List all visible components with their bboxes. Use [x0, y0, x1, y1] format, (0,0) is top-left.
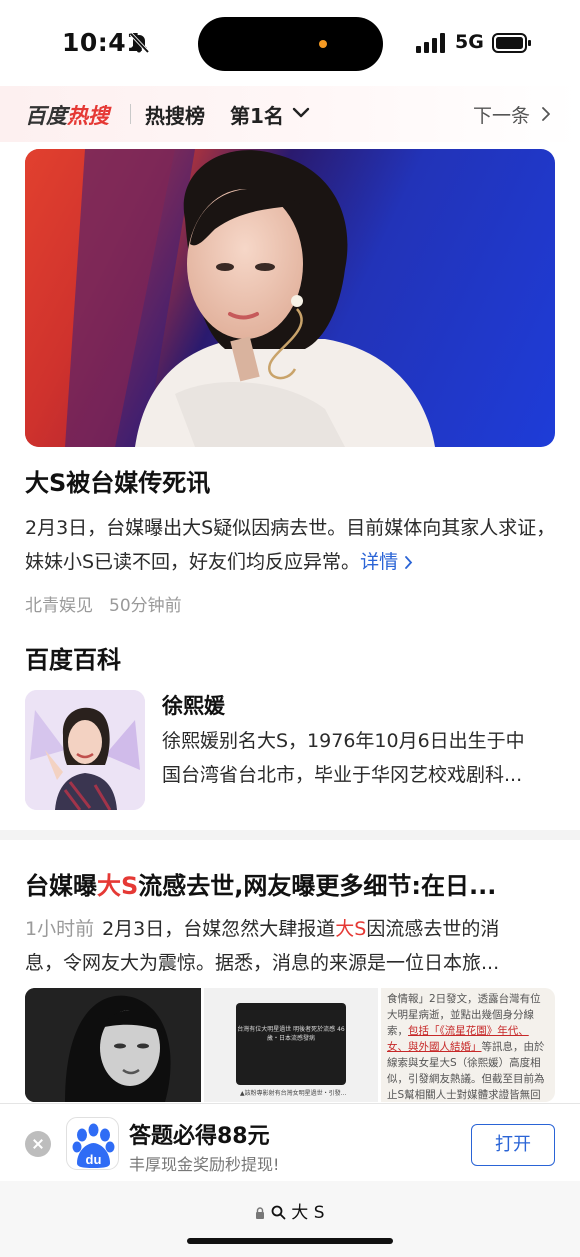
baike-desc-line2: 国台湾省台北市，毕业于华冈艺校戏剧科...	[162, 764, 523, 786]
thumb-text-line7: 止S幫相關人士對媒體求證皆無回	[387, 1089, 541, 1101]
baidu-paw-icon: du	[72, 1123, 115, 1168]
article-summary-post: 因流感去世的消	[366, 918, 500, 940]
chevron-right-icon[interactable]	[541, 107, 551, 121]
section-divider	[0, 830, 580, 840]
baike-avatar-image[interactable]	[25, 690, 145, 810]
ad-title: 答题必得88元	[129, 1124, 270, 1149]
article-title-highlight: 大S	[97, 872, 139, 900]
baidu-app-icon[interactable]: du	[66, 1117, 119, 1170]
lock-icon	[256, 1207, 265, 1219]
open-app-button[interactable]: 打开	[471, 1124, 555, 1166]
news-summary-text: 2月3日，台媒曝出大S疑似因病去世。目前媒体向其家人求证，妹妹小S已读不回，好友…	[25, 517, 556, 573]
news-hero-image[interactable]	[25, 149, 555, 447]
logo-part-baidu: 百度	[25, 104, 67, 128]
hot-search-header: 百度热搜 热搜榜 第1名 下一条	[0, 86, 580, 142]
rank-dropdown[interactable]: 第1名	[230, 100, 284, 129]
news-title[interactable]: 大S被台媒传死讯	[25, 463, 210, 498]
baike-entity-name[interactable]: 徐熙媛	[162, 690, 225, 720]
signal-bars-icon	[416, 33, 445, 53]
article-thumbnails[interactable]: 台灣有位大明星過世 明後者死於流感 46歲・日本流感發病 ▲該粉專影射有台灣女明…	[25, 988, 555, 1102]
browser-url-bar[interactable]: 大 S	[0, 1181, 580, 1257]
url-display[interactable]: 大 S	[0, 1198, 580, 1223]
article-summary-pre: 2月3日，台媒忽然大肆报道	[102, 918, 336, 940]
dynamic-island	[198, 17, 383, 71]
article-summary: 1小时前 2月3日，台媒忽然大肆报道大S因流感去世的消 息，令网友大为震惊。据悉，…	[25, 912, 557, 980]
next-item-link[interactable]: 下一条	[473, 101, 530, 128]
bw-portrait-illustration	[25, 988, 201, 1102]
thumb-text-line4-post: 等訊息，由於	[481, 1041, 545, 1053]
avatar-portrait-illustration	[25, 690, 145, 810]
ad-subtitle: 丰厚现金奖励秒提现!	[129, 1155, 280, 1174]
detail-link[interactable]: 详情	[360, 551, 413, 573]
search-icon	[271, 1205, 286, 1220]
header-divider	[130, 104, 131, 124]
news-time: 50分钟前	[109, 596, 182, 616]
baike-section-title: 百度百科	[25, 646, 121, 674]
chevron-down-icon[interactable]	[292, 106, 310, 120]
thumb-text-line2: 大明星病逝，並點出幾個身分線	[387, 1009, 534, 1021]
article-summary-highlight: 大S	[335, 918, 367, 940]
thumb-text-line3-pre: 索，	[387, 1025, 408, 1037]
bell-muted-icon	[129, 32, 150, 54]
thumb-text-line3: 索，包括「《流星花園》年代、	[387, 1023, 549, 1039]
article-summary-line1: 1小时前 2月3日，台媒忽然大肆报道大S因流感去世的消	[25, 912, 557, 946]
baike-desc-line1: 徐熙媛别名大S，1976年10月6日出生于中	[162, 730, 525, 752]
close-icon[interactable]	[25, 1131, 51, 1157]
article-title[interactable]: 台媒曝大S流感去世,网友曝更多细节:在日...	[25, 866, 557, 901]
thumb-text-line5: 線索與女星大S（徐熙媛）高度相	[387, 1057, 541, 1069]
home-indicator[interactable]	[187, 1238, 393, 1244]
thumb-text-line4-underlined: 女、與外國人結婚」	[387, 1041, 482, 1053]
baidu-hot-logo[interactable]: 百度热搜	[25, 100, 109, 130]
baike-description: 徐熙媛别名大S，1976年10月6日出生于中 国台湾省台北市，毕业于华冈艺校戏剧…	[162, 724, 557, 792]
camera-indicator-dot	[319, 40, 327, 48]
thumb-text-line1: 食情報」2日發文，透露台灣有位	[387, 993, 541, 1005]
hero-portrait-illustration	[25, 149, 435, 447]
news-source[interactable]: 北青娱见	[25, 596, 93, 616]
screenshot-caption: ▲該粉專影射有台灣女明星過世・引發...	[240, 1090, 347, 1097]
thumb-text-line3-underlined: 包括「《流星花園》年代、	[408, 1025, 529, 1037]
app-download-banner[interactable]: du 答题必得88元 丰厚现金奖励秒提现! 打开	[0, 1103, 580, 1181]
article-thumb-portrait[interactable]	[25, 988, 201, 1102]
network-type: 5G	[455, 31, 484, 53]
logo-part-hot: 热搜	[67, 104, 109, 128]
screenshot-post: 台灣有位大明星過世 明後者死於流感 46歲・日本流感發病	[236, 1003, 346, 1085]
thumb-text-line4: 女、與外國人結婚」等訊息，由於	[387, 1039, 549, 1055]
baidu-icon-text: du	[86, 1152, 102, 1167]
article-title-pre: 台媒曝	[25, 872, 97, 900]
chevron-right-icon	[405, 556, 413, 569]
hot-board-label[interactable]: 热搜榜	[145, 100, 205, 129]
article-thumb-text[interactable]: 食情報」2日發文，透露台灣有位 大明星病逝，並點出幾個身分線 索，包括「《流星花…	[381, 988, 555, 1102]
article-thumb-screenshot[interactable]: 台灣有位大明星過世 明後者死於流感 46歲・日本流感發病 ▲該粉專影射有台灣女明…	[204, 988, 378, 1102]
article-time: 1小时前	[25, 918, 95, 940]
battery-icon	[492, 33, 531, 53]
news-meta: 北青娱见 50分钟前	[25, 591, 182, 616]
detail-link-label: 详情	[360, 551, 399, 573]
status-bar: 10:41 5G	[0, 0, 580, 86]
search-query: 大 S	[291, 1203, 325, 1223]
thumb-text-line6: 似，引發網友熱議。但截至目前為	[387, 1073, 545, 1085]
news-summary: 2月3日，台媒曝出大S疑似因病去世。目前媒体向其家人求证，妹妹小S已读不回，好友…	[25, 511, 557, 579]
article-summary-line2: 息，令网友大为震惊。据悉，消息的来源是一位日本旅...	[25, 952, 500, 974]
article-title-post: 流感去世,网友曝更多细节:在日...	[138, 872, 497, 900]
